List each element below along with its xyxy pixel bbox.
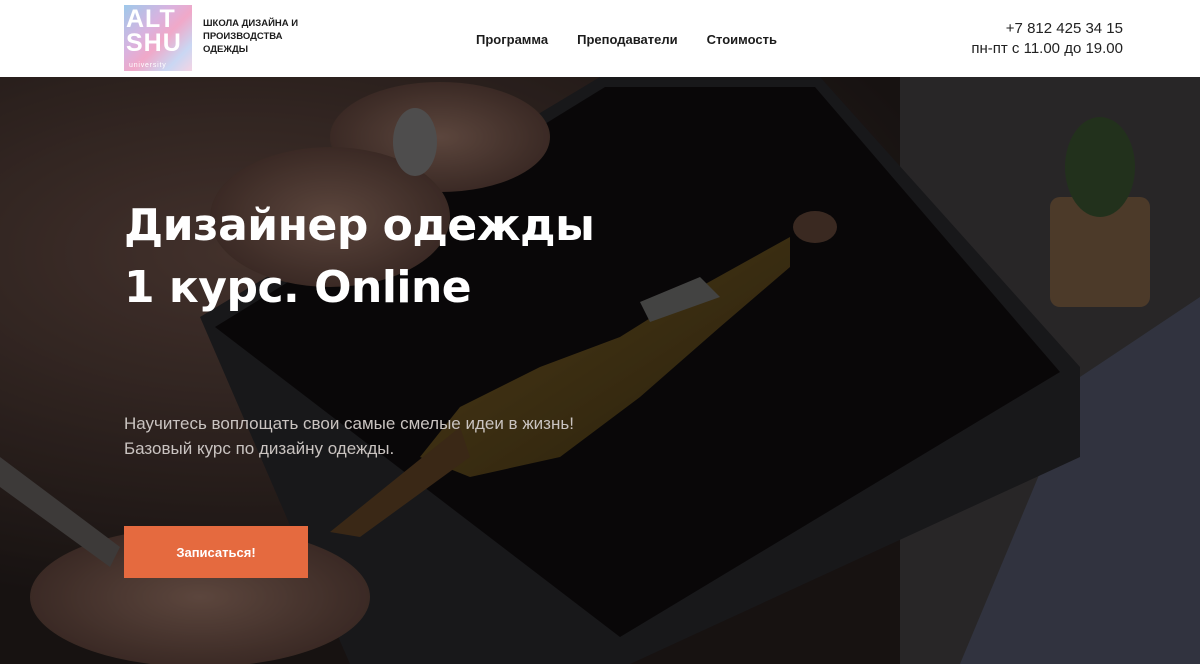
hero-title-line-2: 1 курс. Online <box>124 262 472 313</box>
nav-program[interactable]: Программа <box>476 31 548 49</box>
school-name: Школа дизайна и производства одежды <box>203 18 299 55</box>
main-nav: Программа Преподаватели Стоимость <box>476 31 806 49</box>
logo-mark: ALT SHU <box>126 5 182 57</box>
logo-subtitle: university <box>129 62 167 69</box>
logo[interactable]: ALT SHU university <box>124 5 192 71</box>
hero-desc-line-2: Базовый курс по дизайну одежды. <box>124 439 395 458</box>
contacts: +7 812 425 34 15 пн-пт с 11.00 до 19.00 <box>971 19 1123 59</box>
nav-price[interactable]: Стоимость <box>707 31 777 49</box>
signup-button[interactable]: Записаться! <box>124 526 308 578</box>
phone-number[interactable]: +7 812 425 34 15 <box>971 19 1123 39</box>
hero-section: Дизайнер одежды 1 курс. Online Научитесь… <box>0 77 1200 664</box>
hero-desc-line-1: Научитесь воплощать свои самые смелые ид… <box>124 414 574 433</box>
hero-description: Научитесь воплощать свои самые смелые ид… <box>124 411 684 461</box>
nav-teachers[interactable]: Преподаватели <box>577 31 678 49</box>
working-hours: пн-пт с 11.00 до 19.00 <box>971 40 1123 57</box>
hero-title: Дизайнер одежды 1 курс. Online <box>124 195 824 319</box>
hero-title-line-1: Дизайнер одежды <box>124 200 595 251</box>
site-header: ALT SHU university Школа дизайна и произ… <box>0 0 1200 77</box>
